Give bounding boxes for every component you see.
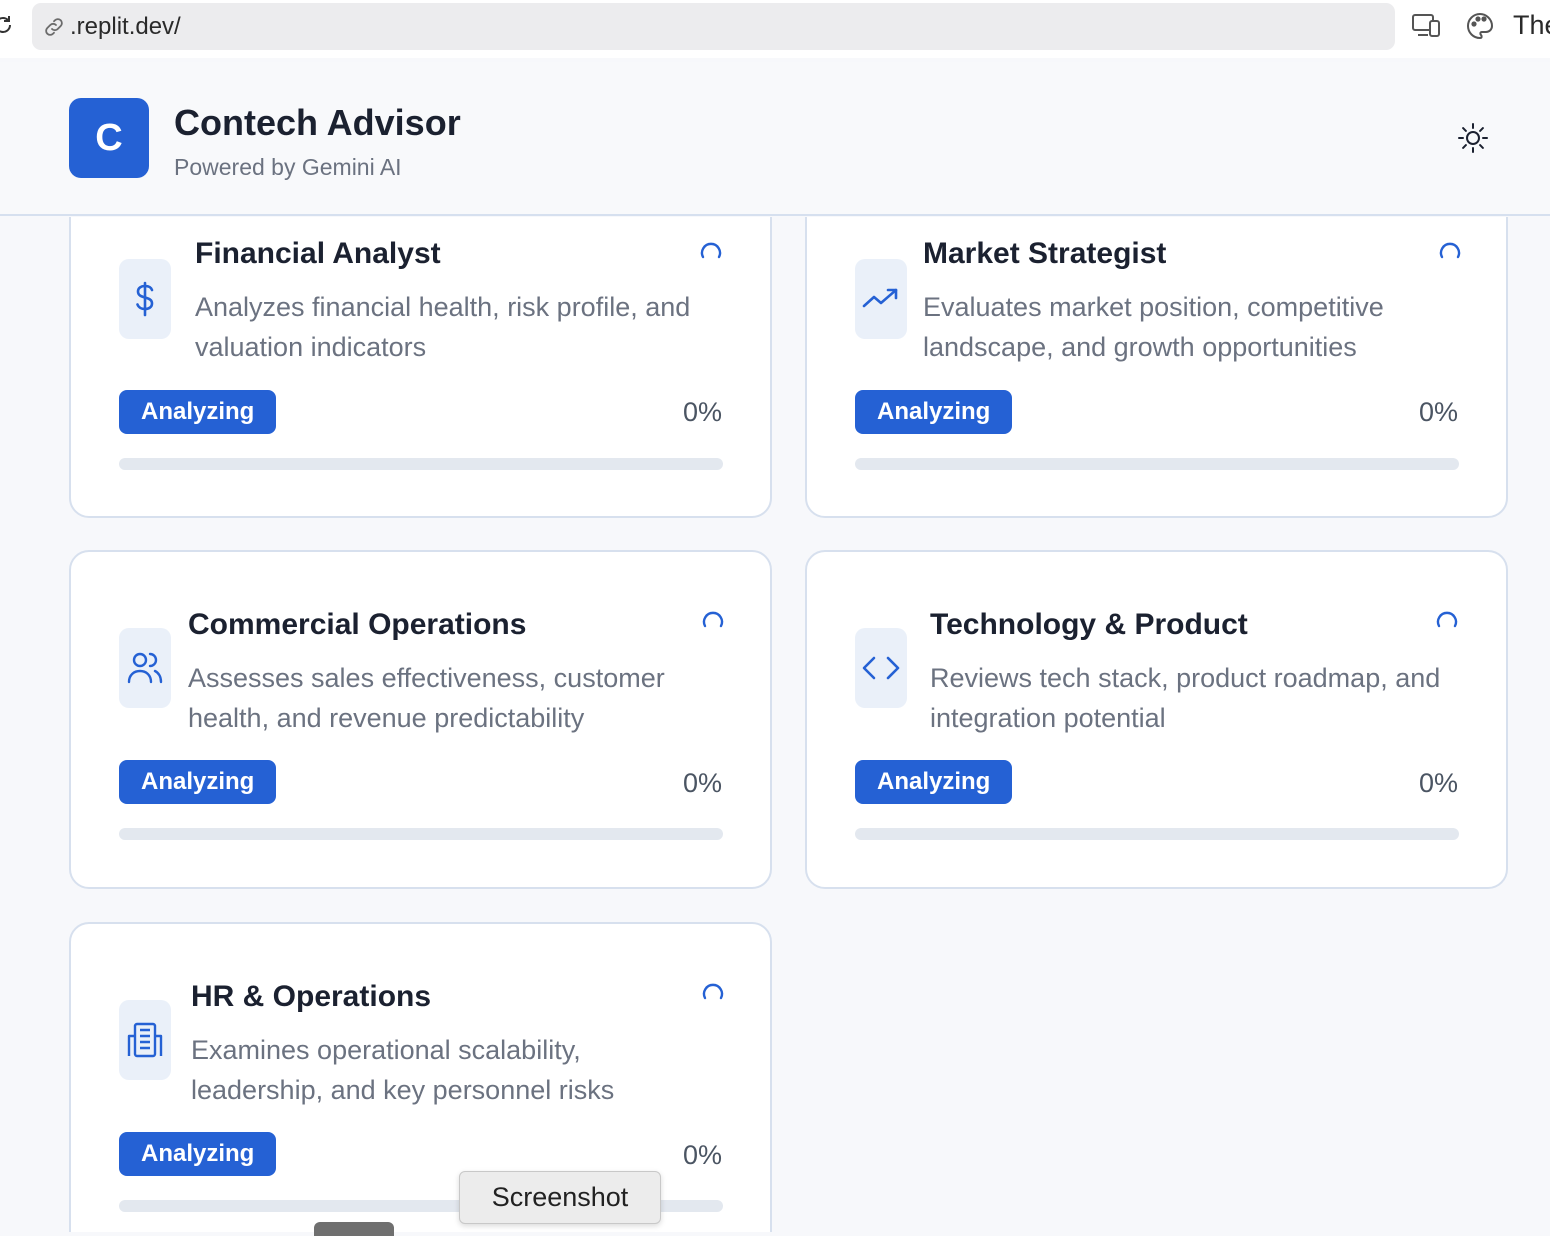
loading-spinner-icon [702,611,724,628]
users-icon [119,628,171,708]
loading-spinner-icon [702,983,724,1000]
url-text: .replit.dev/ [70,12,181,40]
agents-grid: Financial Analyst Analyzes financial hea… [0,217,1550,1232]
status-badge: Analyzing [119,1132,277,1176]
trending-up-icon [855,259,907,339]
progress-bar [855,828,1459,840]
screenshot-tooltip: Screenshot [459,1171,661,1224]
palette-icon[interactable] [1464,11,1496,41]
responsive-devices-icon[interactable] [1410,11,1442,41]
progress-percent: 0% [682,1140,722,1170]
taskbar-tab[interactable] [314,1222,394,1236]
app-logo: C [69,98,149,178]
status-badge: Analyzing [855,760,1013,804]
agent-description: Examines operational scalability, leader… [191,1035,615,1105]
agent-card-market: Market Strategist Evaluates market posit… [805,217,1508,518]
code-icon [855,628,907,708]
agent-title: Financial Analyst [195,237,441,270]
sun-icon [1458,123,1488,153]
app-subtitle: Powered by Gemini AI [174,154,402,180]
progress-percent: 0% [1418,768,1458,798]
progress-percent: 0% [1418,397,1458,427]
agent-card-financial: Financial Analyst Analyzes financial hea… [69,217,772,518]
reload-icon[interactable] [0,14,14,36]
progress-percent: 0% [682,768,722,798]
progress-bar [119,458,723,470]
loading-spinner-icon [1439,242,1461,259]
browser-toolbar: .replit.dev/ The [0,0,1550,58]
progress-bar [119,828,723,840]
theme-toggle-button[interactable] [1456,121,1490,155]
app-title: Contech Advisor [174,102,461,143]
agent-title: Market Strategist [923,237,1167,270]
loading-spinner-icon [700,242,722,259]
status-badge: Analyzing [855,390,1013,434]
agent-title: Technology & Product [930,608,1248,641]
link-icon [42,15,66,39]
agent-description: Evaluates market position, competitive l… [923,292,1384,362]
building-icon [119,1000,171,1080]
progress-percent: 0% [682,397,722,427]
dollar-icon [119,259,171,339]
agent-title: HR & Operations [191,980,432,1013]
agent-description: Analyzes financial health, risk profile,… [195,292,691,362]
status-badge: Analyzing [119,760,277,804]
agent-card-technology: Technology & Product Reviews tech stack,… [805,550,1508,889]
agent-description: Assesses sales effectiveness, customer h… [188,663,665,733]
address-bar[interactable]: .replit.dev/ [32,3,1395,50]
agent-card-commercial: Commercial Operations Assesses sales eff… [69,550,772,889]
agent-description: Reviews tech stack, product roadmap, and… [930,663,1441,733]
agent-card-hr: HR & Operations Examines operational sca… [69,922,772,1232]
loading-spinner-icon [1436,611,1458,628]
progress-bar [855,458,1459,470]
app-header: C Contech Advisor Powered by Gemini AI [0,62,1550,216]
agent-title: Commercial Operations [188,608,527,641]
status-badge: Analyzing [119,390,277,434]
toolbar-truncated-label[interactable]: The [1513,10,1550,41]
